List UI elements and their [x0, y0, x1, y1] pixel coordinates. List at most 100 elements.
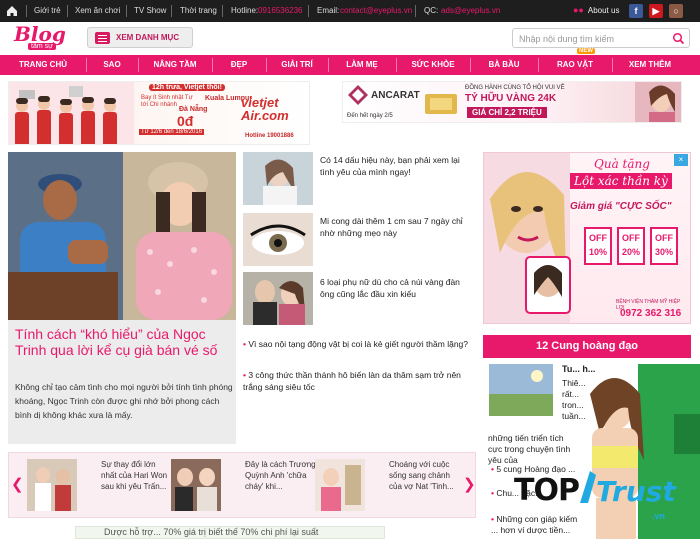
topbar-link-tv-show[interactable]: TV Show [134, 6, 166, 15]
flight-attendants-image [9, 82, 134, 144]
toptrust-arrow-icon [580, 471, 596, 503]
instagram-icon[interactable]: ○ [669, 4, 683, 18]
separator [67, 5, 68, 17]
ancarat-footer: Đến hết ngày 2/5 [347, 113, 393, 119]
ancarat-line-1: ĐỒNG HÀNH CÙNG TỔ HỘI VUI VẺ [465, 85, 565, 91]
carousel-thumb[interactable] [27, 459, 77, 511]
ad-line-2: Giảm giá "CỰC SỐC" [570, 201, 672, 212]
lead-story-title[interactable]: Tính cách “khó hiểu” của Ngọc Trinh qua … [15, 326, 235, 358]
ancarat-ad-banner[interactable]: ANCARAT Đến hết ngày 2/5 ĐỒNG HÀNH CÙNG … [342, 81, 682, 123]
about-us-link[interactable]: ●● About us [573, 5, 619, 15]
vietjet-route-2: Đà Nẵng [179, 106, 208, 113]
youtube-icon[interactable]: ▶ [649, 4, 663, 18]
qc-value[interactable]: ads@eyeplus.vn [441, 6, 500, 15]
ancarat-logo-icon [348, 85, 368, 105]
nav-item-giai-tri[interactable]: GIẢI TRÍ [266, 55, 328, 75]
ad-line-1: Lột xác thần kỳ [570, 173, 672, 189]
separator [171, 5, 172, 17]
lead-story-summary: Không chỉ tạo cảm tình cho mọi người bởi… [15, 382, 233, 420]
vietjet-ad-banner[interactable]: 12h trưa, Vietjet thôi! Bay ít Sinh nhật… [8, 81, 310, 145]
zodiac-lead-more: những tiến triển tích cực trong chuyện t… [488, 433, 571, 465]
toptrust-trust-text: Trust [596, 475, 676, 508]
nav-item-xem-them[interactable]: XEM THÊM [612, 55, 688, 75]
ancarat-model-image [635, 82, 681, 122]
email-value[interactable]: contact@eyeplus.vn [340, 6, 412, 15]
separator [308, 5, 309, 17]
qc-label: QC: [424, 6, 439, 15]
vietjet-brand: vietjet Air.com [241, 95, 289, 123]
nav-item-nang-tam[interactable]: NÂNG TẦM [138, 55, 212, 75]
nav-item-suc-khoe[interactable]: SỨC KHỎE [396, 55, 470, 75]
discount-tag-30: OFF 30% [650, 227, 678, 265]
users-icon: ●● [573, 5, 584, 15]
zodiac-thumb[interactable] [489, 364, 553, 416]
nav-item-sao[interactable]: SAO [86, 55, 138, 75]
search-input[interactable] [519, 32, 664, 45]
vietjet-headline: 12h trưa, Vietjet thôi! [149, 84, 225, 91]
ancarat-brand: ANCARAT [371, 90, 420, 101]
discount-tag-20: OFF 20% [617, 227, 645, 265]
view-categories-label: XEM DANH MỤC [116, 33, 180, 42]
about-us-label: About us [587, 5, 620, 15]
mid-article-title[interactable]: Có 14 dấu hiệu này, bạn phải xem lại tìn… [320, 154, 475, 178]
related-carousel: ❮ Sự thay đổi lớn nhất của Hari Won sau … [8, 452, 476, 518]
topbar-link-thoi-trang[interactable]: Thời trang [180, 6, 217, 15]
carousel-thumb[interactable] [171, 459, 221, 511]
mid-article-title[interactable]: Mi cong dài thêm 1 cm sau 7 ngày chỉ nhờ… [320, 215, 475, 239]
chevron-right-icon[interactable]: ❯ [463, 475, 476, 493]
nav-item-ba-bau[interactable]: BÀ BẦU [470, 55, 538, 75]
nav-item-dep[interactable]: ĐẸP [212, 55, 266, 75]
mid-bullet-item[interactable]: • Vì sao nội tạng động vật bị coi là kẻ … [243, 338, 473, 350]
nav-item-rao-vat[interactable]: RAO VẶT [538, 55, 612, 75]
toptrust-domain-text: .vn [652, 511, 666, 521]
separator [415, 5, 416, 17]
site-logo[interactable]: Blog tâm sự [12, 22, 66, 54]
toptrust-logo[interactable]: TOP Trust .vn [514, 465, 700, 527]
carousel-item-title[interactable]: Đây là cách Trương Quỳnh Anh 'chữa cháy'… [245, 459, 317, 492]
ad-close-icon[interactable]: × [674, 154, 688, 166]
mid-thumb-3[interactable] [243, 272, 313, 325]
home-icon[interactable] [5, 4, 19, 18]
top-bar: Giới trẻ Xem ăn chơi TV Show Thời trang … [0, 0, 700, 22]
separator [222, 5, 223, 17]
carousel-item-title[interactable]: Sự thay đổi lớn nhất của Hari Won sau kh… [101, 459, 173, 492]
lead-story-image[interactable] [8, 152, 236, 320]
nav-item-lam-me[interactable]: LÀM MẸ [328, 55, 396, 75]
bottom-ad-strip[interactable]: Dược hỗ trợ... 70% giá trị biết thế 70% … [75, 526, 385, 539]
hotline-value[interactable]: 0916536236 [258, 6, 303, 15]
separator [26, 5, 27, 17]
discount-tag-10: OFF 10% [584, 227, 612, 265]
menu-icon [95, 32, 110, 44]
ancarat-line-2: TỶ HỮU VÀNG 24K [465, 93, 557, 104]
mid-thumb-1[interactable] [243, 152, 313, 205]
bottom-ad-text: Dược hỗ trợ... 70% giá trị biết thế 70% … [104, 527, 319, 537]
toptrust-top-text: TOP [514, 473, 580, 508]
nav-item-trang-chu[interactable]: TRANG CHỦ [0, 55, 86, 75]
carousel-thumb[interactable] [315, 459, 365, 511]
view-categories-button[interactable]: XEM DANH MỤC [87, 27, 193, 48]
mid-bullet-item[interactable]: • 3 công thức thần thánh hô biến làn da … [243, 369, 473, 393]
carousel-item-title[interactable]: Choáng với cuộc sống sang chảnh của vợ N… [389, 459, 461, 492]
logo-subtext: tâm sự [28, 43, 56, 50]
ancarat-line-3: GIÁ CHỈ 2,2 TRIỆU [467, 107, 547, 118]
zodiac-section-header[interactable]: 12 Cung hoàng đạo [483, 335, 691, 358]
hotline-label: Hotline: [231, 6, 259, 15]
topbar-link-gioi-tre[interactable]: Giới trẻ [34, 6, 61, 15]
topbar-link-xem-an-choi[interactable]: Xem ăn chơi [75, 6, 120, 15]
ad-phone: 0972 362 316 [620, 308, 682, 319]
vietjet-hotline: Hotline 19001886 [245, 133, 294, 139]
chevron-left-icon[interactable]: ❮ [11, 475, 24, 493]
mid-thumb-2[interactable] [243, 213, 313, 266]
vietjet-date: Từ 12/6 đến 18/6/2016 [139, 129, 205, 135]
email-label: Email: [317, 6, 340, 15]
main-nav: TRANG CHỦ SAO NÂNG TẦM ĐẸP GIẢI TRÍ LÀM … [0, 48, 700, 75]
search-box [512, 28, 690, 48]
gold-bar-image [425, 94, 457, 114]
cosmetic-surgery-ad[interactable]: Quà tặng Lột xác thần kỳ Giảm giá "CỰC S… [483, 152, 691, 324]
vietjet-price: 0đ [177, 113, 194, 129]
facebook-icon[interactable]: f [629, 4, 643, 18]
search-icon[interactable] [672, 32, 685, 45]
separator [126, 5, 127, 17]
ad-title: Quà tặng [594, 157, 650, 171]
mid-article-title[interactable]: 6 loại phụ nữ dù cho cả núi vàng đàn ông… [320, 276, 475, 300]
